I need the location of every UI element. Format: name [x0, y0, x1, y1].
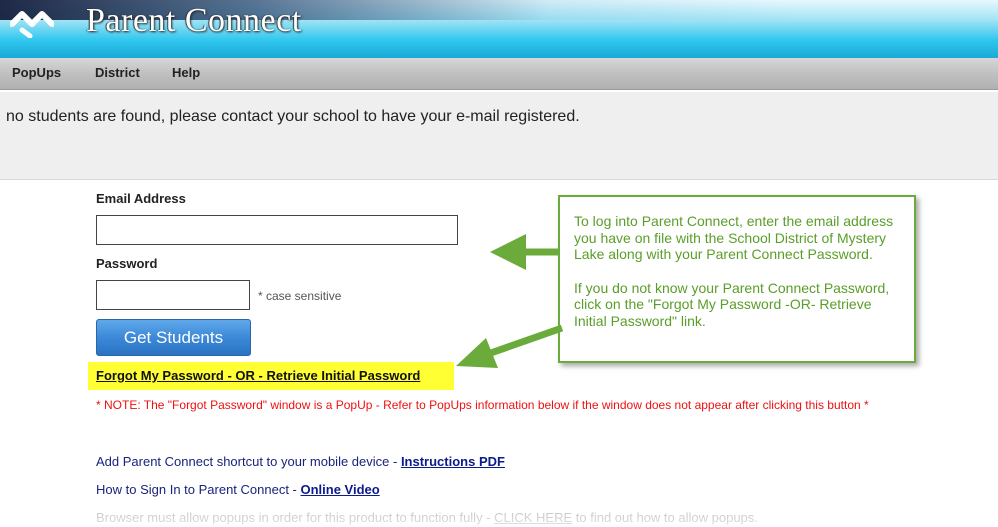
password-label: Password: [96, 256, 158, 271]
email-field[interactable]: [96, 215, 458, 245]
app-title: Parent Connect: [86, 2, 302, 39]
menu-item-help[interactable]: Help: [172, 65, 200, 80]
menu-bar: PopUps District Help: [0, 58, 998, 90]
popups-text: Browser must allow popups in order for t…: [96, 510, 495, 525]
password-field[interactable]: [96, 280, 250, 310]
callout-paragraph-2: If you do not know your Parent Connect P…: [574, 279, 890, 329]
menu-item-popups[interactable]: PopUps: [12, 65, 61, 80]
get-students-button[interactable]: Get Students: [96, 319, 251, 356]
popups-line: Browser must allow popups in order for t…: [96, 510, 758, 525]
signin-line: How to Sign In to Parent Connect - Onlin…: [96, 482, 380, 497]
popups-suffix: to find out how to allow popups.: [572, 510, 758, 525]
online-video-link[interactable]: Online Video: [301, 482, 380, 497]
instructions-pdf-link[interactable]: Instructions PDF: [401, 454, 505, 469]
callout-paragraph-1: To log into Parent Connect, enter the em…: [574, 213, 894, 262]
shortcut-line: Add Parent Connect shortcut to your mobi…: [96, 454, 505, 469]
chevron-check-logo-icon: [10, 11, 54, 38]
info-strip: no students are found, please contact yo…: [0, 92, 998, 180]
info-message: no students are found, please contact yo…: [6, 108, 580, 125]
header-banner: Parent Connect: [0, 0, 998, 58]
menu-item-district[interactable]: District: [95, 65, 140, 80]
click-here-link[interactable]: CLICK HERE: [494, 510, 572, 525]
arrow-to-forgot-icon: [456, 324, 564, 368]
shortcut-text: Add Parent Connect shortcut to your mobi…: [96, 454, 401, 469]
email-label: Email Address: [96, 191, 186, 206]
popup-note: * NOTE: The "Forgot Password" window is …: [96, 398, 869, 412]
signin-text: How to Sign In to Parent Connect -: [96, 482, 301, 497]
arrow-to-email-icon: [490, 234, 558, 270]
forgot-password-link[interactable]: Forgot My Password - OR - Retrieve Initi…: [96, 368, 420, 383]
password-hint: * case sensitive: [258, 289, 342, 303]
instruction-callout: To log into Parent Connect, enter the em…: [558, 195, 916, 363]
